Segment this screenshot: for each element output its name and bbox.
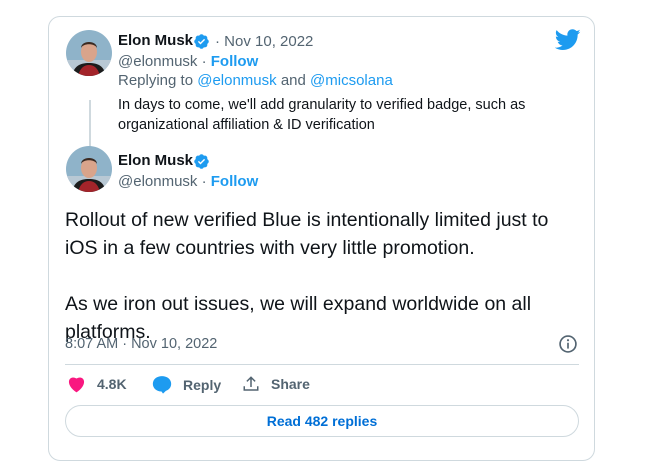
info-icon[interactable] [558, 334, 578, 354]
tweet-embed-card: Elon Musk · Nov 10, 2022 @elonmusk · Fol… [48, 16, 595, 461]
handle-row: @elonmusk · Follow [118, 173, 258, 190]
share-button[interactable]: Share [242, 375, 310, 393]
author-handle[interactable]: @elonmusk · [118, 173, 207, 190]
author-name[interactable]: Elon Musk [118, 152, 193, 169]
twitter-bird-icon[interactable] [555, 29, 581, 51]
verified-badge-icon [194, 154, 209, 169]
replying-user-link[interactable]: @micsolana [310, 72, 393, 89]
quoted-tweet-text-line: In days to come, we'll add granularity t… [118, 97, 526, 113]
quoted-tweet-text-line: organizational affiliation & ID verifica… [118, 117, 375, 133]
reply-button[interactable]: Reply [152, 375, 221, 394]
avatar-image [66, 30, 112, 76]
handle-row: @elonmusk · Follow [118, 53, 258, 70]
avatar[interactable] [66, 30, 112, 76]
share-label: Share [271, 376, 310, 392]
like-count: 4.8K [97, 376, 127, 392]
replying-and: and [280, 72, 306, 89]
divider [65, 364, 579, 365]
tweet-text: Rollout of new verified Blue is intentio… [65, 209, 549, 343]
avatar[interactable] [66, 146, 112, 192]
like-button[interactable]: 4.8K [67, 375, 127, 393]
replying-user-link[interactable]: @elonmusk [197, 72, 276, 89]
reply-label: Reply [183, 376, 222, 393]
replying-to: Replying to @elonmusk and @micsolana [118, 72, 393, 89]
author-handle[interactable]: @elonmusk · [118, 53, 207, 70]
tweet-date[interactable]: · Nov 10, 2022 [215, 33, 313, 50]
replying-prefix: Replying to [118, 72, 194, 89]
follow-button[interactable]: Follow [211, 173, 259, 190]
follow-button[interactable]: Follow [211, 53, 259, 70]
reply-bubble-icon [152, 376, 172, 394]
heart-icon [68, 377, 85, 393]
tweet-timestamp[interactable]: 8:07 AM · Nov 10, 2022 [65, 336, 217, 352]
read-replies-button[interactable]: Read 482 replies [65, 405, 579, 437]
verified-badge-icon [194, 34, 209, 49]
share-icon [243, 376, 259, 391]
avatar-image [66, 146, 112, 192]
author-name[interactable]: Elon Musk [118, 32, 193, 49]
